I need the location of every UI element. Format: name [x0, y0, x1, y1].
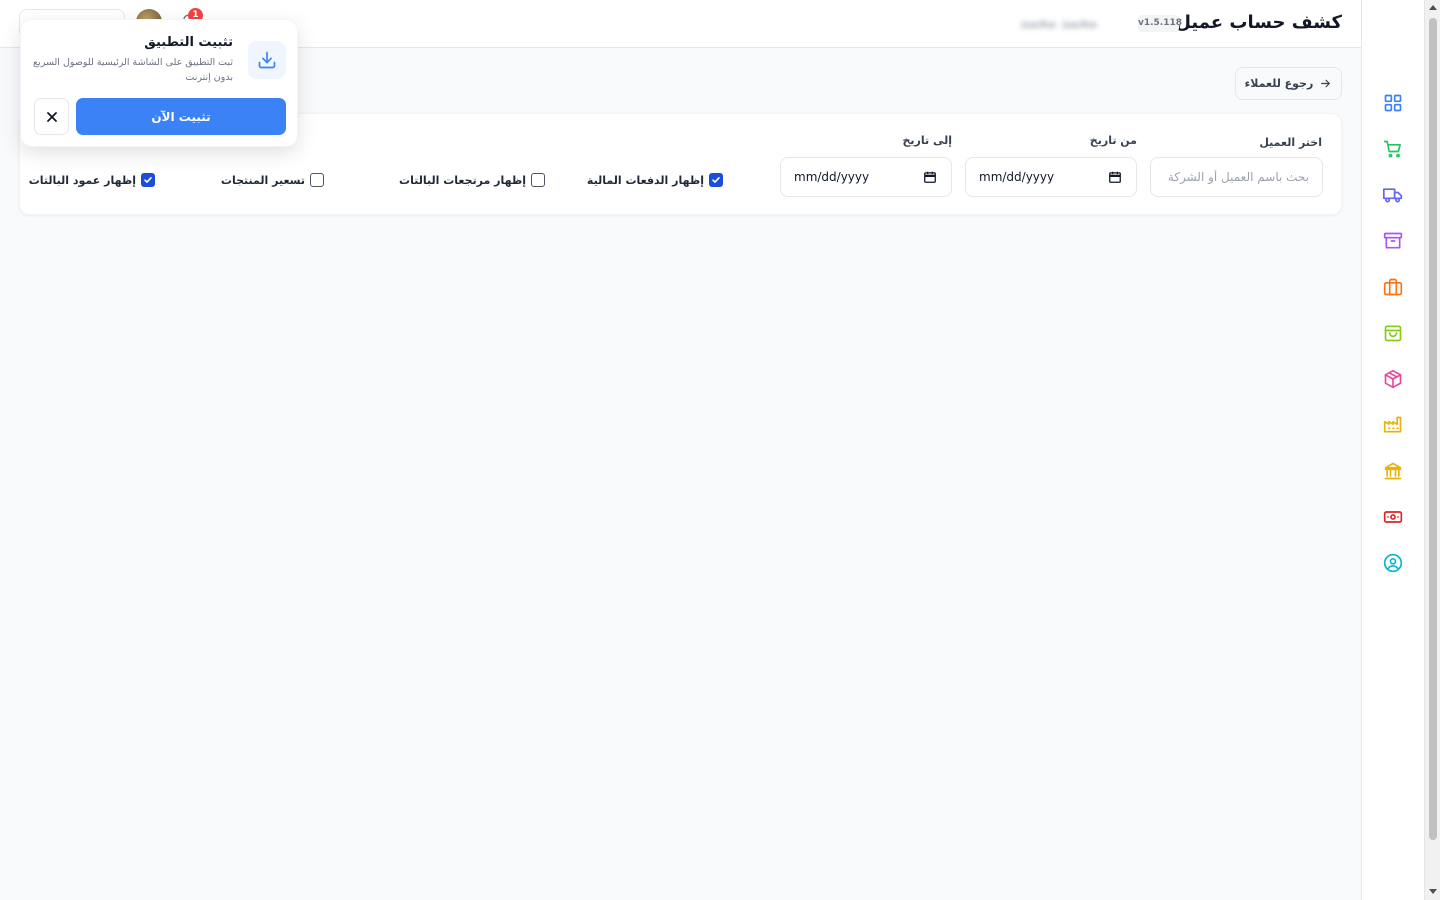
user-name: محمد محمد — [1020, 15, 1098, 31]
scroll-up-arrow[interactable] — [1429, 5, 1437, 10]
show-pallets-column-checkbox[interactable] — [141, 173, 155, 187]
to-date-value: mm/dd/yyyy — [794, 170, 870, 184]
to-date-input[interactable]: mm/dd/yyyy — [780, 157, 952, 197]
scroll-thumb[interactable] — [1429, 18, 1437, 840]
factory-icon[interactable] — [1383, 415, 1403, 435]
show-pallet-returns-checkbox[interactable] — [531, 173, 545, 187]
side-nav — [1361, 0, 1424, 900]
price-products-label: تسعير المنتجات — [220, 173, 305, 187]
from-date-label: من تاريخ — [1089, 134, 1137, 147]
show-payments-label: إظهار الدفعات المالية — [586, 173, 704, 187]
customer-label: اختر العميل — [1259, 136, 1322, 149]
to-date-label: إلى تاريخ — [902, 134, 952, 147]
briefcase-icon[interactable] — [1383, 277, 1403, 297]
page-title: كشف حساب عميل — [1175, 12, 1342, 33]
bank-icon[interactable] — [1383, 461, 1403, 481]
back-to-customers-button[interactable]: رجوع للعملاء — [1235, 67, 1342, 100]
install-now-button[interactable]: تثبيت الآن — [76, 98, 286, 135]
install-app-popup: تثبيت التطبيق ثبت التطبيق على الشاشة الر… — [20, 19, 298, 147]
show-payments-option[interactable]: إظهار الدفعات المالية — [587, 172, 723, 188]
show-pallets-column-label: إظهار عمود البالتات — [28, 173, 136, 187]
cart-icon[interactable] — [1383, 139, 1403, 159]
popup-title: تثبيت التطبيق — [144, 35, 233, 50]
calendar-icon[interactable] — [923, 170, 937, 184]
show-pallet-returns-option[interactable]: إظهار مرتجعات البالتات — [399, 172, 545, 188]
calendar-icon[interactable] — [1108, 170, 1122, 184]
from-date-input[interactable]: mm/dd/yyyy — [965, 157, 1137, 197]
page-scrollbar[interactable] — [1424, 0, 1440, 900]
show-pallets-column-option[interactable]: إظهار عمود البالتات — [29, 172, 155, 188]
customer-search-input[interactable] — [1150, 157, 1323, 197]
cash-icon[interactable] — [1383, 507, 1403, 527]
user-circle-icon[interactable] — [1383, 553, 1403, 573]
version-badge: v1.5.118 — [1138, 15, 1182, 32]
from-date-value: mm/dd/yyyy — [979, 170, 1055, 184]
dashboard-icon[interactable] — [1383, 93, 1403, 113]
price-products-checkbox[interactable] — [310, 173, 324, 187]
show-payments-checkbox[interactable] — [709, 173, 723, 187]
price-products-option[interactable]: تسعير المنتجات — [221, 172, 324, 188]
show-pallet-returns-label: إظهار مرتجعات البالتات — [399, 173, 526, 187]
close-icon — [46, 111, 57, 122]
popup-description: ثبت التطبيق على الشاشة الرئيسية للوصول ا… — [33, 57, 233, 83]
arrow-right-icon — [1319, 77, 1332, 90]
scroll-down-arrow[interactable] — [1429, 889, 1437, 894]
truck-icon[interactable] — [1383, 185, 1403, 205]
download-icon — [248, 41, 286, 79]
close-popup-button[interactable] — [34, 98, 69, 135]
shopping-bag-icon[interactable] — [1383, 323, 1403, 343]
package-icon[interactable] — [1383, 369, 1403, 389]
back-button-label: رجوع للعملاء — [1244, 77, 1314, 90]
archive-icon[interactable] — [1383, 231, 1403, 251]
